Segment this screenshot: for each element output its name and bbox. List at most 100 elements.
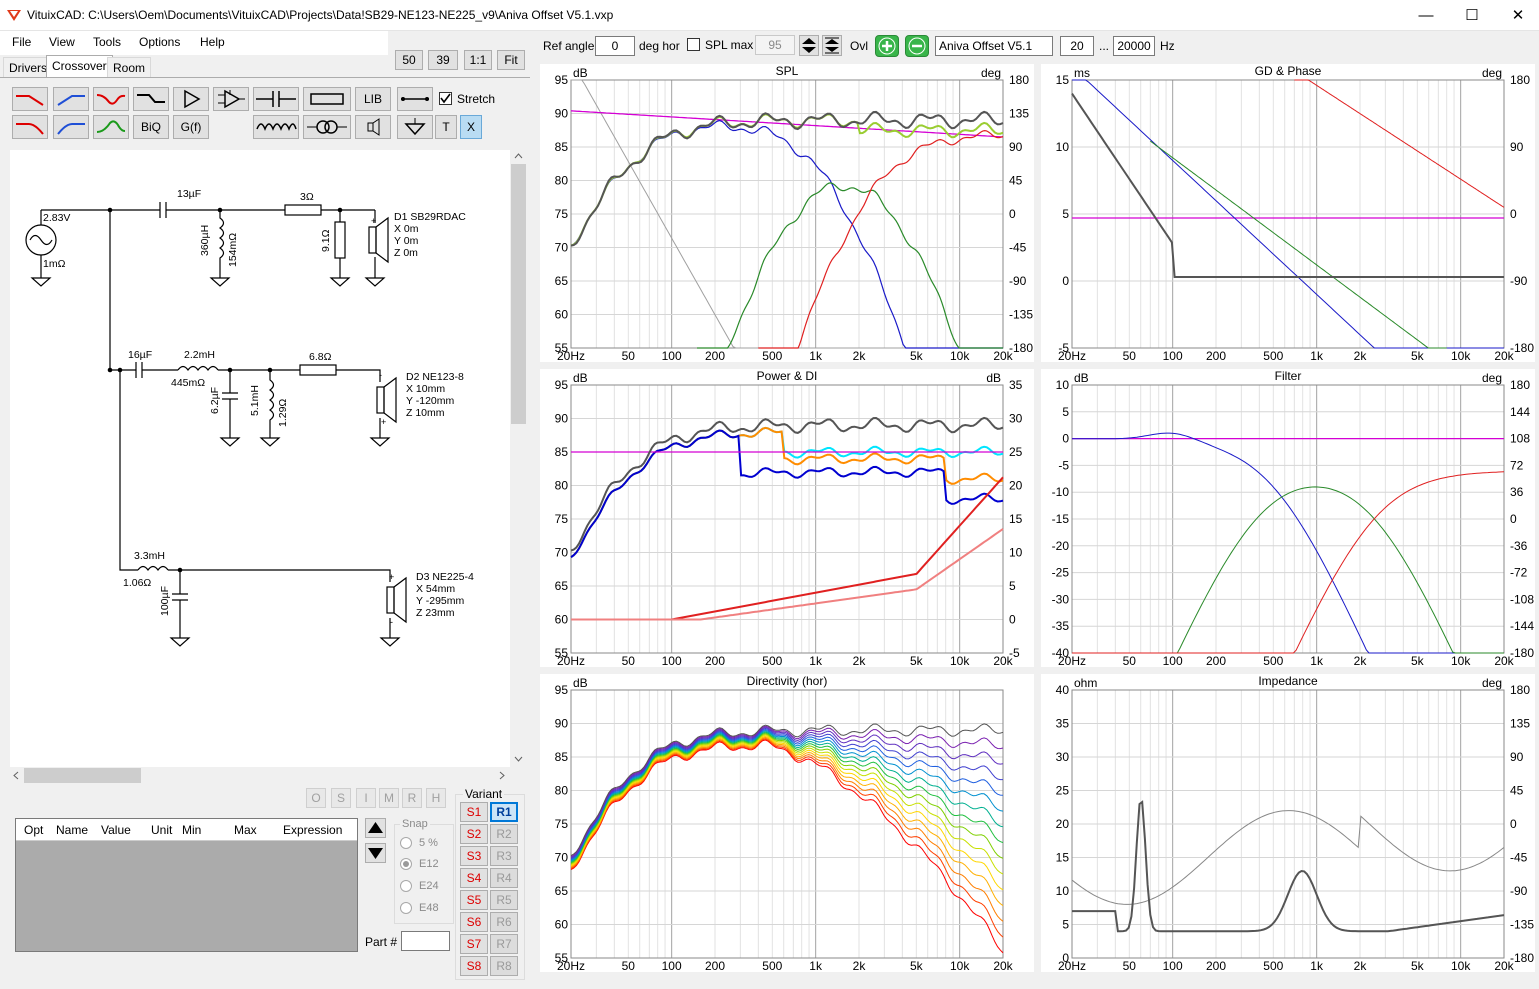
move-down-button[interactable]: [365, 843, 386, 863]
variant-r8-button[interactable]: R8: [490, 956, 518, 976]
zoom-1to1-button[interactable]: 1:1: [464, 50, 492, 70]
menu-tools[interactable]: Tools: [93, 35, 121, 49]
move-up-button[interactable]: [365, 818, 386, 838]
opt-i-button[interactable]: I: [356, 788, 376, 808]
x-tick-label: 2k: [1354, 654, 1368, 667]
lowpass-2nd-button[interactable]: [12, 115, 48, 139]
variant-s2-button[interactable]: S2: [460, 824, 488, 844]
optimizer-grid[interactable]: Opt Name Value Unit Min Max Expression: [15, 818, 358, 952]
spl-down-button[interactable]: [822, 35, 842, 56]
variant-s6-button[interactable]: S6: [460, 912, 488, 932]
resistor-button[interactable]: [303, 87, 351, 111]
transformer-button[interactable]: [303, 115, 351, 139]
peak-button[interactable]: [93, 115, 129, 139]
y-right-tick-label: -135: [1009, 308, 1033, 322]
impedance-chart[interactable]: 40 18035 13530 9025 4520 015 -4510 -905 -1350 -18…: [1041, 674, 1535, 973]
variant-name-input[interactable]: Aniva Offset V5.1: [935, 36, 1053, 56]
col-name[interactable]: Name: [56, 823, 88, 837]
variant-s5-button[interactable]: S5: [460, 890, 488, 910]
schematic-canvas[interactable]: 2.83V 1mΩ 13µF 3Ω 360µH 154mΩ 9.1Ω D1 SB…: [10, 150, 510, 767]
opt-m-button[interactable]: M: [379, 788, 399, 808]
biquad-button[interactable]: BiQ: [133, 115, 169, 139]
col-unit[interactable]: Unit: [151, 823, 172, 837]
amplifier-button[interactable]: [173, 87, 209, 111]
shelf-button[interactable]: [133, 87, 169, 111]
highpass-2nd-button[interactable]: [53, 115, 89, 139]
snap-e24-radio[interactable]: [400, 880, 412, 892]
schematic-vscroll[interactable]: [510, 150, 527, 767]
opt-o-button[interactable]: O: [306, 788, 326, 808]
menu-file[interactable]: File: [12, 35, 31, 49]
ground-button[interactable]: [397, 115, 433, 139]
col-min[interactable]: Min: [182, 823, 201, 837]
variant-s3-button[interactable]: S3: [460, 846, 488, 866]
opt-s-button[interactable]: S: [331, 788, 351, 808]
variant-s7-button[interactable]: S7: [460, 934, 488, 954]
remove-overlay-button[interactable]: [905, 35, 929, 57]
menu-view[interactable]: View: [49, 35, 75, 49]
hscroll-thumb[interactable]: [24, 768, 141, 783]
variant-r3-button[interactable]: R3: [490, 846, 518, 866]
directivity-chart[interactable]: 95908580757065605520Hz 50 100 200 500 1k 2k 5k 1…: [540, 674, 1034, 973]
spl-chart[interactable]: 95 18090 13585 9080 4575 070 -4565 -9060 -13555-…: [540, 64, 1034, 363]
text-button[interactable]: T: [435, 115, 457, 139]
zoom-39-button[interactable]: 39: [428, 50, 458, 70]
opt-h-button[interactable]: H: [426, 788, 446, 808]
spl-up-button[interactable]: [799, 35, 819, 56]
col-expression[interactable]: Expression: [283, 823, 342, 837]
spl-max-input[interactable]: 95: [755, 35, 795, 55]
variant-r4-button[interactable]: R4: [490, 868, 518, 888]
menu-help[interactable]: Help: [200, 35, 225, 49]
close-button[interactable]: ✕: [1495, 0, 1539, 31]
minimize-button[interactable]: —: [1403, 0, 1449, 31]
snap-e48-radio[interactable]: [400, 902, 412, 914]
lowpass-1st-button[interactable]: [12, 87, 48, 111]
stretch-checkbox[interactable]: [439, 92, 452, 105]
library-button[interactable]: LIB: [355, 87, 391, 111]
power-di-chart[interactable]: 95 3590 3085 2580 2075 1570 1065 560 055 -520Hz 50…: [540, 369, 1034, 668]
freq-high-input[interactable]: 20000: [1113, 36, 1155, 56]
capacitor-button[interactable]: [253, 87, 299, 111]
maximize-button[interactable]: ☐: [1449, 0, 1495, 31]
gd-phase-chart[interactable]: 15 18010 905 00 -90-5 -18020Hz 50 100 200 500 1k 2k…: [1041, 64, 1535, 363]
variant-s4-button[interactable]: S4: [460, 868, 488, 888]
hz-label: Hz: [1160, 39, 1175, 53]
variant-r6-button[interactable]: R6: [490, 912, 518, 932]
variant-r2-button[interactable]: R2: [490, 824, 518, 844]
notch-button[interactable]: [93, 87, 129, 111]
col-opt[interactable]: Opt: [24, 823, 43, 837]
variant-r1-button[interactable]: R1: [490, 802, 518, 822]
inductor-button[interactable]: [253, 115, 299, 139]
speaker-button[interactable]: [355, 115, 391, 139]
freq-low-input[interactable]: 20: [1060, 36, 1094, 56]
opamp-button[interactable]: [213, 87, 249, 111]
highpass-1st-button[interactable]: [53, 87, 89, 111]
menu-options[interactable]: Options: [139, 35, 180, 49]
col-value[interactable]: Value: [101, 823, 131, 837]
part-number-input[interactable]: [401, 931, 450, 951]
x-tick-label: 10k: [1451, 654, 1471, 667]
zoom-50-button[interactable]: 50: [395, 50, 423, 70]
crossover-schematic[interactable]: 2.83V 1mΩ 13µF 3Ω 360µH 154mΩ 9.1Ω D1 SB…: [10, 150, 510, 767]
variant-s1-button[interactable]: S1: [460, 802, 488, 822]
snap-e12-radio[interactable]: [400, 858, 412, 870]
ref-angle-input[interactable]: 0: [595, 36, 635, 56]
add-overlay-button[interactable]: [875, 35, 899, 57]
zoom-fit-button[interactable]: Fit: [497, 50, 525, 70]
delete-button[interactable]: X: [460, 115, 482, 139]
app-logo-icon: [7, 10, 21, 21]
filter-chart[interactable]: 10 180 5 144 0 108 -5 72 -10 36 -15 0 -20 -36 -25 -72 -3…: [1041, 369, 1535, 668]
variant-r5-button[interactable]: R5: [490, 890, 518, 910]
vscroll-thumb[interactable]: [511, 164, 526, 424]
spl-max-checkbox[interactable]: [687, 38, 700, 51]
variant-s8-button[interactable]: S8: [460, 956, 488, 976]
snap-5pct-radio[interactable]: [400, 837, 412, 849]
opt-r-button[interactable]: R: [402, 788, 422, 808]
wire-button[interactable]: [397, 87, 433, 111]
variant-r7-button[interactable]: R7: [490, 934, 518, 954]
tab-crossover[interactable]: Crossover: [46, 55, 113, 77]
tab-room[interactable]: Room: [107, 57, 152, 77]
schematic-hscroll[interactable]: [10, 767, 510, 784]
col-max[interactable]: Max: [234, 823, 257, 837]
transfer-function-button[interactable]: G(f): [173, 115, 209, 139]
